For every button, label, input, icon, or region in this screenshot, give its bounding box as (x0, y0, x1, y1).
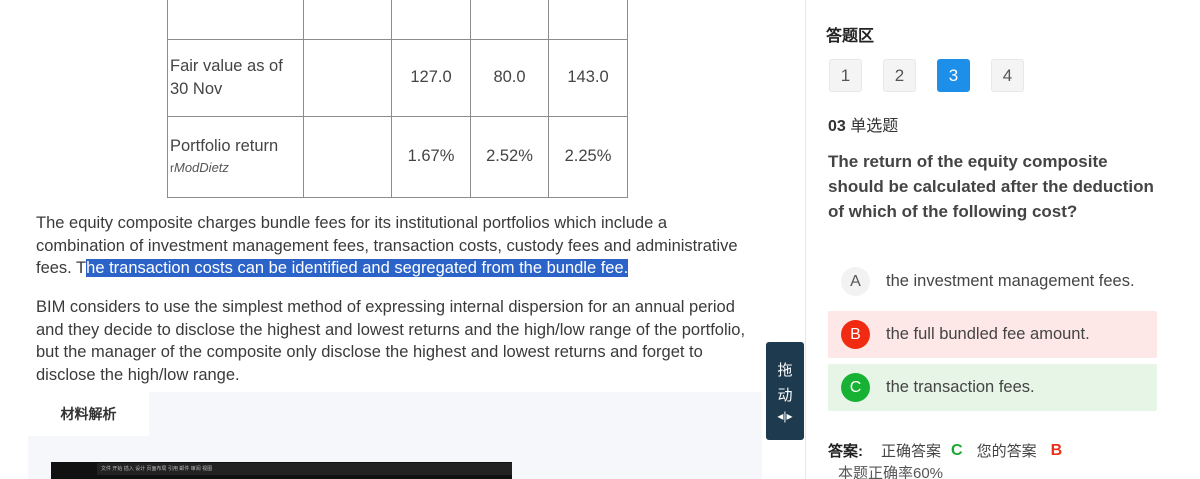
question-number-button[interactable]: 1 (829, 59, 862, 92)
option-letter: C (841, 373, 870, 402)
answer-area-title: 答题区 (826, 28, 875, 45)
option-b[interactable]: B the full bundled fee amount. (828, 311, 1157, 358)
option-letter: B (841, 320, 870, 349)
material-paragraph: BIM considers to use the simplest method… (36, 298, 746, 384)
answer-label: 答案: (828, 443, 863, 460)
row-sublabel: rModDietz (170, 160, 229, 175)
answer-panel: 答题区 1 2 3 4 03 单选题 The return of the equ… (806, 0, 1200, 479)
table-cell: 2.25% (548, 115, 628, 198)
row-label: Portfolio return (170, 137, 279, 155)
drag-handle-icon: ◂|▸ (777, 409, 793, 423)
table-cell: 80.0 (470, 38, 549, 117)
question-nav: 1 2 3 4 (829, 59, 1024, 92)
question-number-button-active[interactable]: 3 (937, 59, 970, 92)
correct-answer-value: C (951, 441, 963, 459)
table-row (167, 0, 628, 40)
document-thumbnail[interactable]: 文件 开始 插入 设计 页面布局 引用 邮件 审阅 视图 (51, 462, 512, 479)
fund-data-table: Fair value as of 30 Nov 127.0 80.0 143.0… (167, 0, 628, 198)
accuracy-rate: 本题正确率60% (838, 465, 944, 479)
question-type: 03 单选题 (828, 118, 899, 135)
material-paragraph: The equity composite charges bundle fees… (36, 214, 738, 277)
question-number-button[interactable]: 2 (883, 59, 916, 92)
selected-text[interactable]: he transaction costs can be identified a… (86, 259, 629, 277)
drag-label: 拖 (777, 362, 793, 379)
option-text: the investment management fees. (886, 272, 1135, 290)
table-row: Fair value as of 30 Nov 127.0 80.0 143.0 (167, 38, 628, 117)
analysis-tab-bar: 材料解析 文件 开始 插入 设计 页面布局 引用 邮件 审阅 视图 (28, 392, 762, 479)
row-label: Fair value as of 30 Nov (167, 38, 304, 117)
table-row: Portfolio return rModDietz 1.67% 2.52% 2… (167, 115, 628, 198)
drag-label: 动 (777, 387, 793, 404)
table-cell: 143.0 (548, 38, 628, 117)
option-a[interactable]: A the investment management fees. (828, 258, 1157, 305)
question-number-button[interactable]: 4 (991, 59, 1024, 92)
table-cell: 2.52% (470, 115, 549, 198)
your-answer-value: B (1050, 441, 1063, 459)
drag-handle[interactable]: 拖 动 ◂|▸ (766, 342, 804, 440)
question-text: The return of the equity composite shoul… (828, 152, 1154, 221)
table-cell: 1.67% (391, 115, 471, 198)
material-panel: Fair value as of 30 Nov 127.0 80.0 143.0… (0, 0, 790, 479)
answer-result: 答案: 正确答案 C 您的答案 B (828, 440, 1062, 461)
option-c[interactable]: C the transaction fees. (828, 364, 1157, 411)
correct-answer-label: 正确答案 (881, 443, 942, 460)
option-text: the full bundled fee amount. (886, 325, 1090, 343)
thumbnail-toolbar: 文件 开始 插入 设计 页面布局 引用 邮件 审阅 视图 (97, 463, 512, 475)
tab-material-analysis[interactable]: 材料解析 (28, 392, 149, 436)
table-cell: 127.0 (391, 38, 471, 117)
your-answer-label: 您的答案 (976, 443, 1037, 460)
option-text: the transaction fees. (886, 378, 1035, 396)
option-letter: A (841, 267, 870, 296)
